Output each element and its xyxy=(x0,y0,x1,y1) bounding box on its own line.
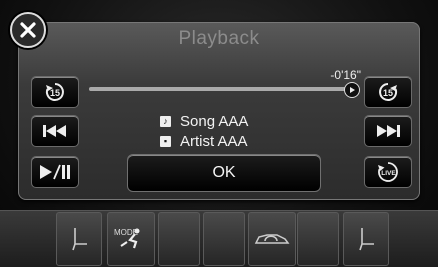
song-title: Song AAA xyxy=(180,112,249,130)
seat-heater-left-button[interactable] xyxy=(56,212,102,266)
rewind-15-icon: 15 xyxy=(45,83,64,101)
climate-slot-6[interactable] xyxy=(297,212,339,266)
play-pause-icon xyxy=(40,164,70,180)
progress-bar[interactable] xyxy=(89,87,347,91)
page-title: Playback xyxy=(178,28,260,49)
progress-knob[interactable] xyxy=(344,82,360,98)
play-indicator-icon xyxy=(350,87,355,93)
song-icon: ♪ xyxy=(160,115,171,127)
seat-heater-right-icon xyxy=(359,228,374,251)
time-remaining: -0'16" xyxy=(330,68,361,82)
close-button[interactable] xyxy=(10,12,46,48)
forward-15-icon: 15 xyxy=(379,83,398,101)
climate-slot-3[interactable] xyxy=(158,212,200,266)
artist-icon: ▪ xyxy=(160,135,171,147)
live-button[interactable]: LIVE xyxy=(364,156,412,188)
artist-row: ▪ Artist AAA xyxy=(160,132,248,150)
playback-screen: Playback 15 15 LIVE -0'16" ♪ Song AAA ▪ … xyxy=(0,0,438,267)
progress-fill xyxy=(89,87,347,91)
air-mode-button[interactable] xyxy=(107,212,155,266)
svg-text:15: 15 xyxy=(50,88,60,98)
next-track-button[interactable] xyxy=(364,115,412,147)
seat-heater-right-button[interactable] xyxy=(343,212,389,266)
recirculation-button[interactable] xyxy=(248,212,296,266)
mode-label: MODE xyxy=(114,228,138,237)
previous-track-icon xyxy=(43,125,66,137)
artist-name: Artist AAA xyxy=(180,132,248,150)
climate-slot-4[interactable] xyxy=(203,212,245,266)
previous-track-button[interactable] xyxy=(31,115,79,147)
svg-text:15: 15 xyxy=(383,88,393,98)
close-icon xyxy=(20,22,36,38)
seat-heater-left-icon xyxy=(72,228,87,251)
next-track-icon xyxy=(377,125,400,137)
skip-forward-15-button[interactable]: 15 xyxy=(364,76,412,108)
live-icon: LIVE xyxy=(378,162,398,182)
skip-back-15-button[interactable]: 15 xyxy=(31,76,79,108)
svg-text:LIVE: LIVE xyxy=(381,170,396,177)
play-pause-button[interactable] xyxy=(31,156,79,188)
car-recirculation-icon xyxy=(254,234,290,244)
ok-button[interactable]: OK xyxy=(127,154,321,192)
song-row: ♪ Song AAA xyxy=(160,112,248,130)
